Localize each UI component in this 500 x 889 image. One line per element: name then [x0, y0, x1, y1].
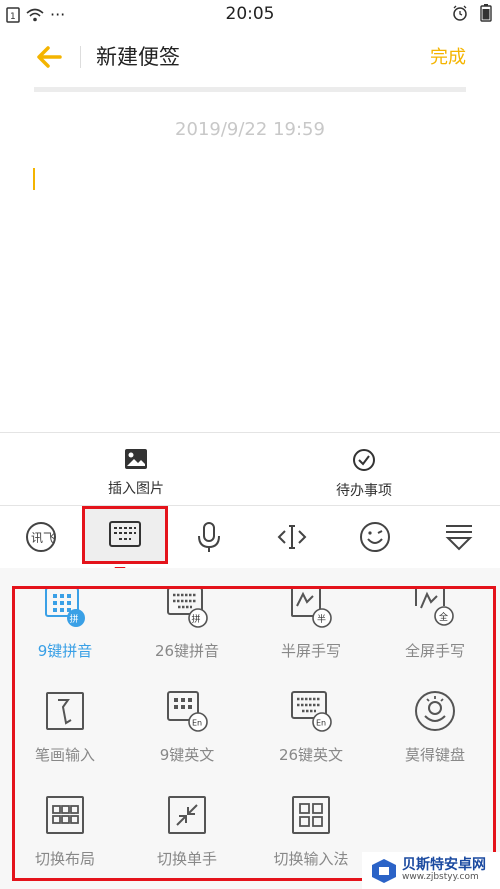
- insert-image-button[interactable]: 插入图片: [76, 448, 196, 498]
- back-arrow-icon[interactable]: [34, 42, 64, 72]
- todo-label: 待办事项: [336, 483, 392, 499]
- insert-image-label: 插入图片: [108, 481, 164, 497]
- note-header: 新建便签 完成: [0, 30, 500, 86]
- status-bar: 1 ··· 20:05: [0, 0, 500, 28]
- alarm-icon: [453, 5, 467, 21]
- header-separator: [80, 46, 81, 68]
- keyboard-select-button[interactable]: [82, 506, 168, 564]
- logo-icon[interactable]: 讯飞: [24, 520, 58, 554]
- text-cursor[interactable]: [33, 168, 35, 190]
- watermark-url: www.zjbstyy.com: [402, 872, 479, 882]
- highlight-box: [12, 586, 496, 881]
- keyboard-icon: [109, 521, 141, 547]
- page-title: 新建便签: [96, 45, 180, 69]
- checkmark-circle-icon: [353, 449, 375, 471]
- svg-text:讯飞: 讯飞: [31, 531, 55, 545]
- battery-icon: [480, 4, 492, 22]
- cursor-move-icon[interactable]: [275, 520, 309, 554]
- status-right: [452, 4, 492, 22]
- watermark-title: 贝斯特安卓网: [402, 857, 486, 873]
- todo-button[interactable]: 待办事项: [304, 448, 424, 500]
- watermark: 贝斯特安卓网 www.zjbstyy.com: [362, 852, 500, 889]
- image-icon: [125, 449, 147, 469]
- divider: [0, 432, 500, 433]
- keyboard-toolbar: 讯飞: [0, 506, 500, 568]
- watermark-logo-icon: [372, 858, 396, 883]
- collapse-icon[interactable]: [442, 520, 476, 554]
- note-date: 2019/9/22 19:59: [175, 119, 325, 140]
- microphone-icon[interactable]: [192, 520, 226, 554]
- emoji-icon[interactable]: [358, 520, 392, 554]
- status-time: 20:05: [225, 4, 275, 24]
- header-underline: [34, 87, 466, 92]
- done-button[interactable]: 完成: [430, 43, 466, 69]
